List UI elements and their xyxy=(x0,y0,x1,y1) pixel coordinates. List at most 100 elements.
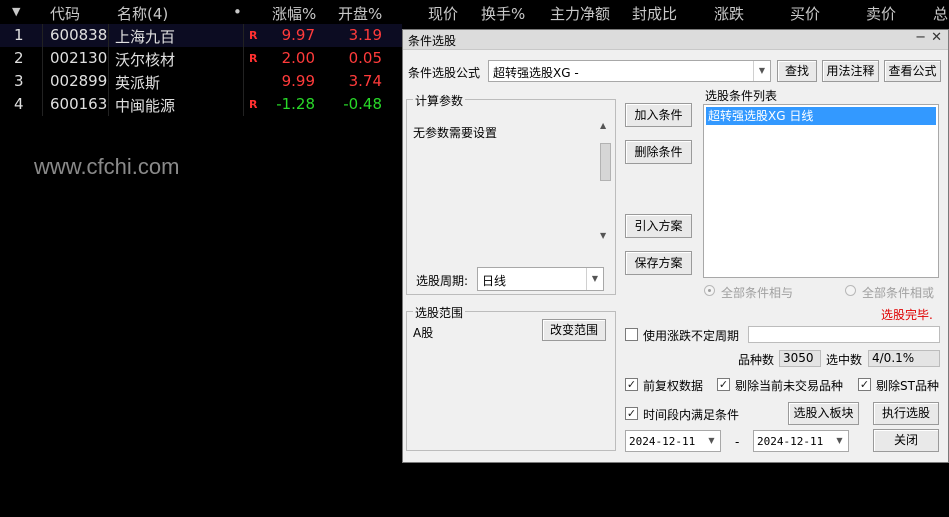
formula-value: 超转强选股XG - xyxy=(493,66,579,80)
col-main-net[interactable]: 主力净额 xyxy=(550,3,610,24)
formula-label: 条件选股公式 xyxy=(408,66,481,80)
date-to-input[interactable]: 2024-12-11 ▼ xyxy=(753,430,849,452)
col-total[interactable]: 总 xyxy=(933,3,948,24)
scope-group-title: 选股范围 xyxy=(413,304,466,321)
table-row[interactable]: 2 002130 沃尔核材 R 2.00 0.05 xyxy=(0,47,402,70)
chevron-down-icon[interactable]: ▼ xyxy=(831,431,848,451)
import-plan-button[interactable]: 引入方案 xyxy=(625,214,692,238)
col-seal-ratio[interactable]: 封成比 xyxy=(632,3,677,24)
chevron-down-icon[interactable]: ▼ xyxy=(703,431,720,451)
col-ask[interactable]: 卖价 xyxy=(866,3,896,24)
radio-or-label: 全部条件相或 xyxy=(862,286,935,300)
sort-arrow-icon[interactable]: ▼ xyxy=(12,5,20,18)
close-button[interactable]: 关闭 xyxy=(873,429,939,452)
add-condition-button[interactable]: 加入条件 xyxy=(625,103,692,127)
row-index: 3 xyxy=(14,72,24,90)
condition-list-title: 选股条件列表 xyxy=(705,89,778,103)
col-price[interactable]: 现价 xyxy=(428,3,458,24)
exclude-st-label: 剔除ST品种 xyxy=(876,379,939,393)
row-index: 1 xyxy=(14,26,24,44)
time-condition-label: 时间段内满足条件 xyxy=(643,408,740,422)
exclude-untraded-label: 剔除当前未交易品种 xyxy=(735,379,844,393)
period-value: 日线 xyxy=(482,274,507,288)
params-scrollbar[interactable]: ▲ ▼ xyxy=(598,121,612,241)
change-pct: 2.00 xyxy=(281,49,315,67)
volatility-input[interactable] xyxy=(748,326,940,343)
row-index: 2 xyxy=(14,49,24,67)
close-icon[interactable]: ✕ xyxy=(931,30,942,45)
radio-and-label: 全部条件相与 xyxy=(721,286,794,300)
scroll-down-icon[interactable]: ▼ xyxy=(600,231,606,240)
col-dot[interactable]: • xyxy=(233,3,242,21)
dialog-title: 条件选股 xyxy=(408,34,457,48)
table-row[interactable]: 3 002899 英派斯 9.99 3.74 xyxy=(0,70,402,93)
use-volatility-label: 使用涨跌不定周期 xyxy=(643,329,740,343)
stock-name: 沃尔核材 xyxy=(115,51,176,69)
radio-or[interactable] xyxy=(845,285,856,296)
to-board-button[interactable]: 选股入板块 xyxy=(788,402,859,425)
use-volatility-checkbox[interactable] xyxy=(625,328,638,341)
stock-name: 中闽能源 xyxy=(115,97,176,115)
formula-select[interactable]: 超转强选股XG - ▼ xyxy=(488,60,771,82)
row-index: 4 xyxy=(14,95,24,113)
period-select[interactable]: 日线 ▼ xyxy=(477,267,604,291)
list-item[interactable]: 超转强选股XG 日线 xyxy=(706,107,936,125)
col-open-pct[interactable]: 开盘% xyxy=(338,3,382,24)
usage-notes-button[interactable]: 用法注释 xyxy=(822,60,879,82)
stock-code: 002130 xyxy=(50,49,108,67)
date-from-input[interactable]: 2024-12-11 ▼ xyxy=(625,430,721,452)
r-flag-icon: R xyxy=(249,52,258,65)
fq-data-checkbox[interactable]: ✓ xyxy=(625,378,638,391)
delete-condition-button[interactable]: 删除条件 xyxy=(625,140,692,164)
col-name[interactable]: 名称(4) xyxy=(117,3,168,24)
open-pct: 3.19 xyxy=(348,26,382,44)
chevron-down-icon[interactable]: ▼ xyxy=(586,268,603,290)
stock-code: 600838 xyxy=(50,26,108,44)
selected-label: 选中数 xyxy=(826,353,863,367)
scroll-up-icon[interactable]: ▲ xyxy=(600,121,606,130)
chevron-down-icon[interactable]: ▼ xyxy=(753,61,770,81)
col-turnover[interactable]: 换手% xyxy=(481,3,525,24)
table-header: ▼ 代码 名称(4) • 涨幅% 开盘% 现价 换手% 主力净额 封成比 涨跌 … xyxy=(0,0,949,24)
table-row[interactable]: 1 600838 上海九百 R 9.97 3.19 xyxy=(0,24,402,47)
stock-name: 上海九百 xyxy=(115,28,176,46)
open-pct: 0.05 xyxy=(348,49,382,67)
watermark: www.cfchi.com xyxy=(34,154,180,179)
change-scope-button[interactable]: 改变范围 xyxy=(542,319,606,341)
minimize-icon[interactable]: − xyxy=(915,30,926,45)
scroll-thumb[interactable] xyxy=(600,143,611,181)
table-row[interactable]: 4 600163 中闽能源 R -1.28 -0.48 xyxy=(0,93,402,116)
r-flag-icon: R xyxy=(249,29,258,42)
col-updown[interactable]: 涨跌 xyxy=(714,3,744,24)
scope-value: A股 xyxy=(413,326,434,340)
exclude-st-checkbox[interactable]: ✓ xyxy=(858,378,871,391)
view-formula-button[interactable]: 查看公式 xyxy=(884,60,941,82)
change-pct: 9.99 xyxy=(281,72,315,90)
save-plan-button[interactable]: 保存方案 xyxy=(625,251,692,275)
params-group-title: 计算参数 xyxy=(413,92,466,109)
condition-list[interactable]: 超转强选股XG 日线 xyxy=(703,104,939,278)
column-divider xyxy=(243,24,244,116)
stock-code: 600163 xyxy=(50,95,108,113)
col-bid[interactable]: 买价 xyxy=(790,3,820,24)
period-label: 选股周期: xyxy=(416,274,469,288)
execute-button[interactable]: 执行选股 xyxy=(873,402,939,425)
change-pct: -1.28 xyxy=(276,95,315,113)
status-text: 选股完毕. xyxy=(881,308,933,322)
radio-and[interactable] xyxy=(704,285,715,296)
date-separator: - xyxy=(735,435,740,449)
params-text: 无参数需要设置 xyxy=(413,126,498,140)
col-code[interactable]: 代码 xyxy=(50,3,80,24)
time-condition-checkbox[interactable]: ✓ xyxy=(625,407,638,420)
col-change-pct[interactable]: 涨幅% xyxy=(272,3,316,24)
fq-data-label: 前复权数据 xyxy=(643,379,704,393)
date-from-value: 2024-12-11 xyxy=(629,435,696,448)
params-group: 计算参数 无参数需要设置 ▲ ▼ 选股周期: 日线 ▼ xyxy=(406,92,616,295)
date-to-value: 2024-12-11 xyxy=(757,435,824,448)
r-flag-icon: R xyxy=(249,98,258,111)
find-button[interactable]: 查找 xyxy=(777,60,817,82)
open-pct: -0.48 xyxy=(343,95,382,113)
dialog-titlebar[interactable]: 条件选股 − ✕ xyxy=(403,30,948,50)
exclude-untraded-checkbox[interactable]: ✓ xyxy=(717,378,730,391)
change-pct: 9.97 xyxy=(281,26,315,44)
